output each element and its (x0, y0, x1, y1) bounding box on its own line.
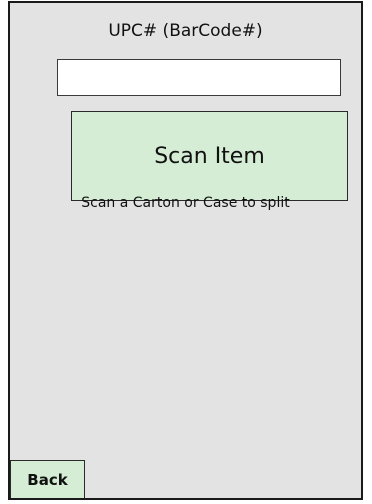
scan-item-button[interactable]: Scan Item (71, 111, 348, 201)
device-screen: UPC# (BarCode#) Scan Item Scan a Carton … (8, 1, 363, 500)
scan-hint-text: Scan a Carton or Case to split (81, 195, 290, 211)
upc-input[interactable] (57, 59, 341, 96)
back-button[interactable]: Back (10, 460, 85, 498)
upc-label: UPC# (BarCode#) (108, 21, 263, 41)
